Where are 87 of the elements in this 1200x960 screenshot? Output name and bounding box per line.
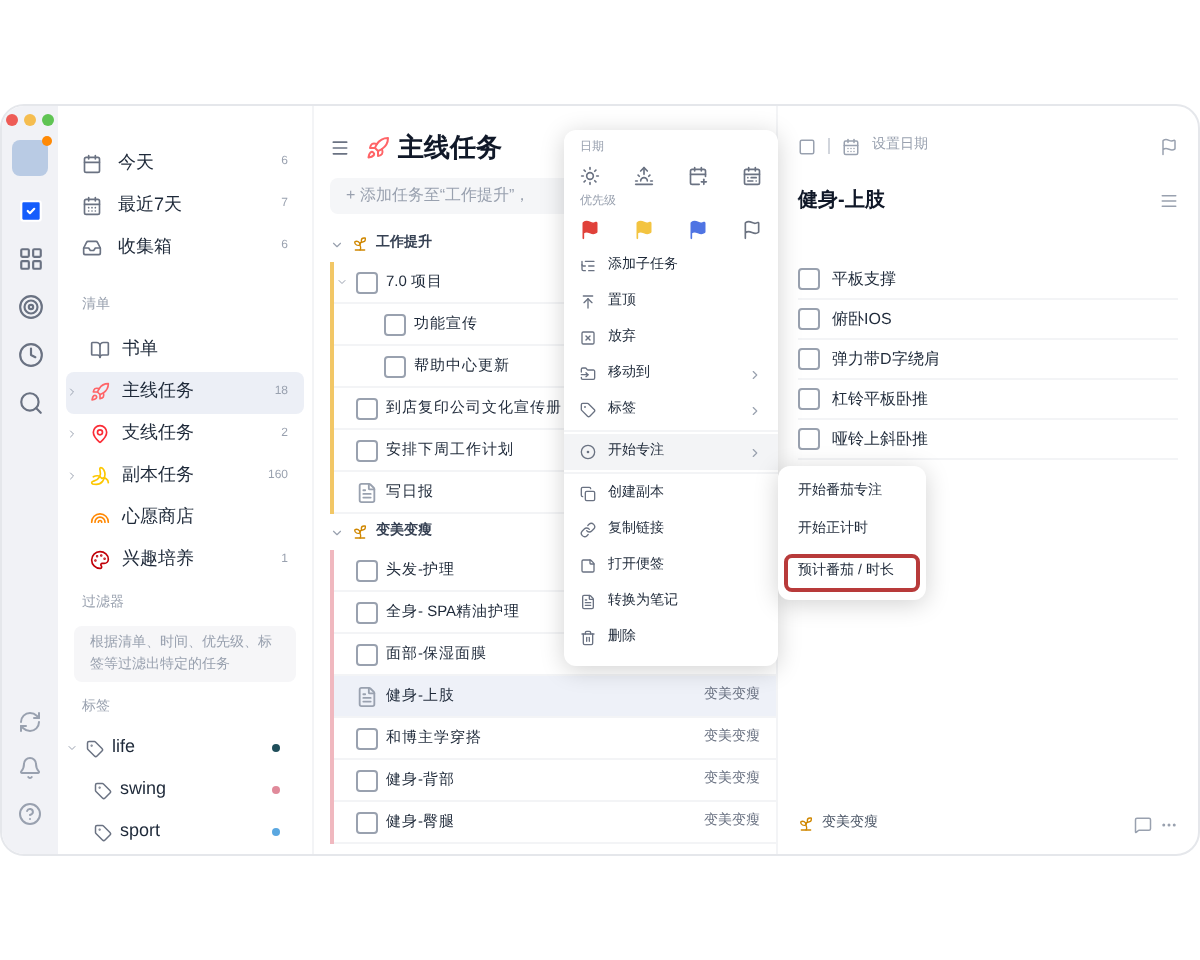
date-option-icon[interactable]: [634, 166, 654, 186]
date-option-icon[interactable]: [742, 166, 762, 186]
checklist-item[interactable]: 俯卧IOS: [798, 300, 1178, 340]
menu-item-icon: [580, 558, 596, 574]
chevron-icon[interactable]: [336, 274, 348, 290]
list-icon: [90, 424, 110, 444]
checkbox[interactable]: [798, 268, 820, 290]
sync-icon[interactable]: [18, 710, 42, 734]
note-icon[interactable]: [356, 685, 378, 707]
checkbox[interactable]: [356, 769, 378, 791]
checkbox[interactable]: [798, 388, 820, 410]
task-detail-title: 健身-上肢: [798, 187, 887, 216]
checkbox-icon[interactable]: [798, 137, 816, 155]
tag-icon: [94, 781, 112, 799]
checkbox[interactable]: [356, 811, 378, 833]
comment-icon[interactable]: [1134, 815, 1152, 833]
checkbox[interactable]: [798, 308, 820, 330]
tag-icon: [86, 739, 104, 757]
menu-icon[interactable]: [1160, 192, 1178, 210]
menu-item-icon: [580, 294, 596, 310]
menu-item-icon: [580, 594, 596, 610]
menu-item-icon: [580, 444, 596, 460]
tag-item[interactable]: life: [66, 727, 304, 769]
chevron-icon[interactable]: [330, 237, 344, 251]
help-icon[interactable]: [18, 802, 42, 826]
list-icon: [82, 153, 102, 173]
rocket-icon: [366, 136, 390, 160]
minimize-button[interactable]: [24, 114, 36, 126]
list-icon: [798, 816, 814, 832]
menu-item-icon: [580, 522, 596, 538]
menu-item-icon: [580, 366, 596, 382]
checklist-item[interactable]: 杠铃平板卧推: [798, 380, 1178, 420]
chevron-icon[interactable]: [330, 525, 344, 539]
chevron-icon[interactable]: [66, 742, 78, 754]
menu-item-icon: [580, 330, 596, 346]
checkbox[interactable]: [356, 439, 378, 461]
group-icon: [352, 524, 368, 540]
checkbox[interactable]: [384, 355, 406, 377]
checkbox[interactable]: [356, 271, 378, 293]
menu-icon[interactable]: [330, 138, 350, 158]
chevron-icon[interactable]: [66, 470, 78, 482]
avatar[interactable]: [12, 140, 48, 176]
checkbox[interactable]: [356, 643, 378, 665]
chevron-icon[interactable]: [66, 428, 78, 440]
menu-item-icon: [580, 486, 596, 502]
priority-flag-icon[interactable]: [742, 220, 762, 240]
list-icon: [90, 382, 110, 402]
sidebar-item[interactable]: 书单: [66, 329, 304, 371]
checkbox[interactable]: [356, 727, 378, 749]
list-icon: [90, 550, 110, 570]
checkbox[interactable]: [384, 313, 406, 335]
menu-item-icon: [580, 258, 596, 274]
list-icon: [90, 340, 110, 360]
priority-flag-icon[interactable]: [580, 220, 600, 240]
tag-item[interactable]: swing: [66, 769, 304, 811]
list-icon: [82, 237, 102, 257]
checkbox[interactable]: [798, 428, 820, 450]
menu-item-icon: [580, 402, 596, 418]
checklist-item[interactable]: 哑铃上斜卧推: [798, 420, 1178, 460]
clock-icon[interactable]: [17, 342, 43, 368]
date-option-icon[interactable]: [580, 166, 600, 186]
date-option-icon[interactable]: [688, 166, 708, 186]
sidebar-item[interactable]: 心愿商店: [66, 497, 304, 539]
close-button[interactable]: [6, 114, 18, 126]
tag-icon: [94, 823, 112, 841]
list-icon: [82, 195, 102, 215]
priority-flag-icon[interactable]: [688, 220, 708, 240]
bell-icon[interactable]: [18, 756, 42, 780]
menu-item-icon: [580, 630, 596, 646]
checkbox[interactable]: [356, 601, 378, 623]
list-title: 主线任务: [398, 130, 502, 167]
group-icon: [352, 236, 368, 252]
note-icon[interactable]: [356, 481, 378, 503]
tasks-icon[interactable]: [17, 198, 43, 224]
search-icon[interactable]: [17, 390, 43, 416]
checkbox[interactable]: [356, 559, 378, 581]
tag-item[interactable]: sport: [66, 811, 304, 853]
focus-icon[interactable]: [17, 294, 43, 320]
checklist-item[interactable]: 平板支撑: [798, 260, 1178, 300]
checklist-item[interactable]: 弹力带D字绕肩: [798, 340, 1178, 380]
list-icon: [90, 508, 110, 528]
list-icon: [90, 466, 110, 486]
maximize-button[interactable]: [42, 114, 54, 126]
chevron-icon[interactable]: [66, 386, 78, 398]
checkbox[interactable]: [356, 397, 378, 419]
flag-icon[interactable]: [1160, 137, 1178, 155]
checkbox[interactable]: [798, 348, 820, 370]
